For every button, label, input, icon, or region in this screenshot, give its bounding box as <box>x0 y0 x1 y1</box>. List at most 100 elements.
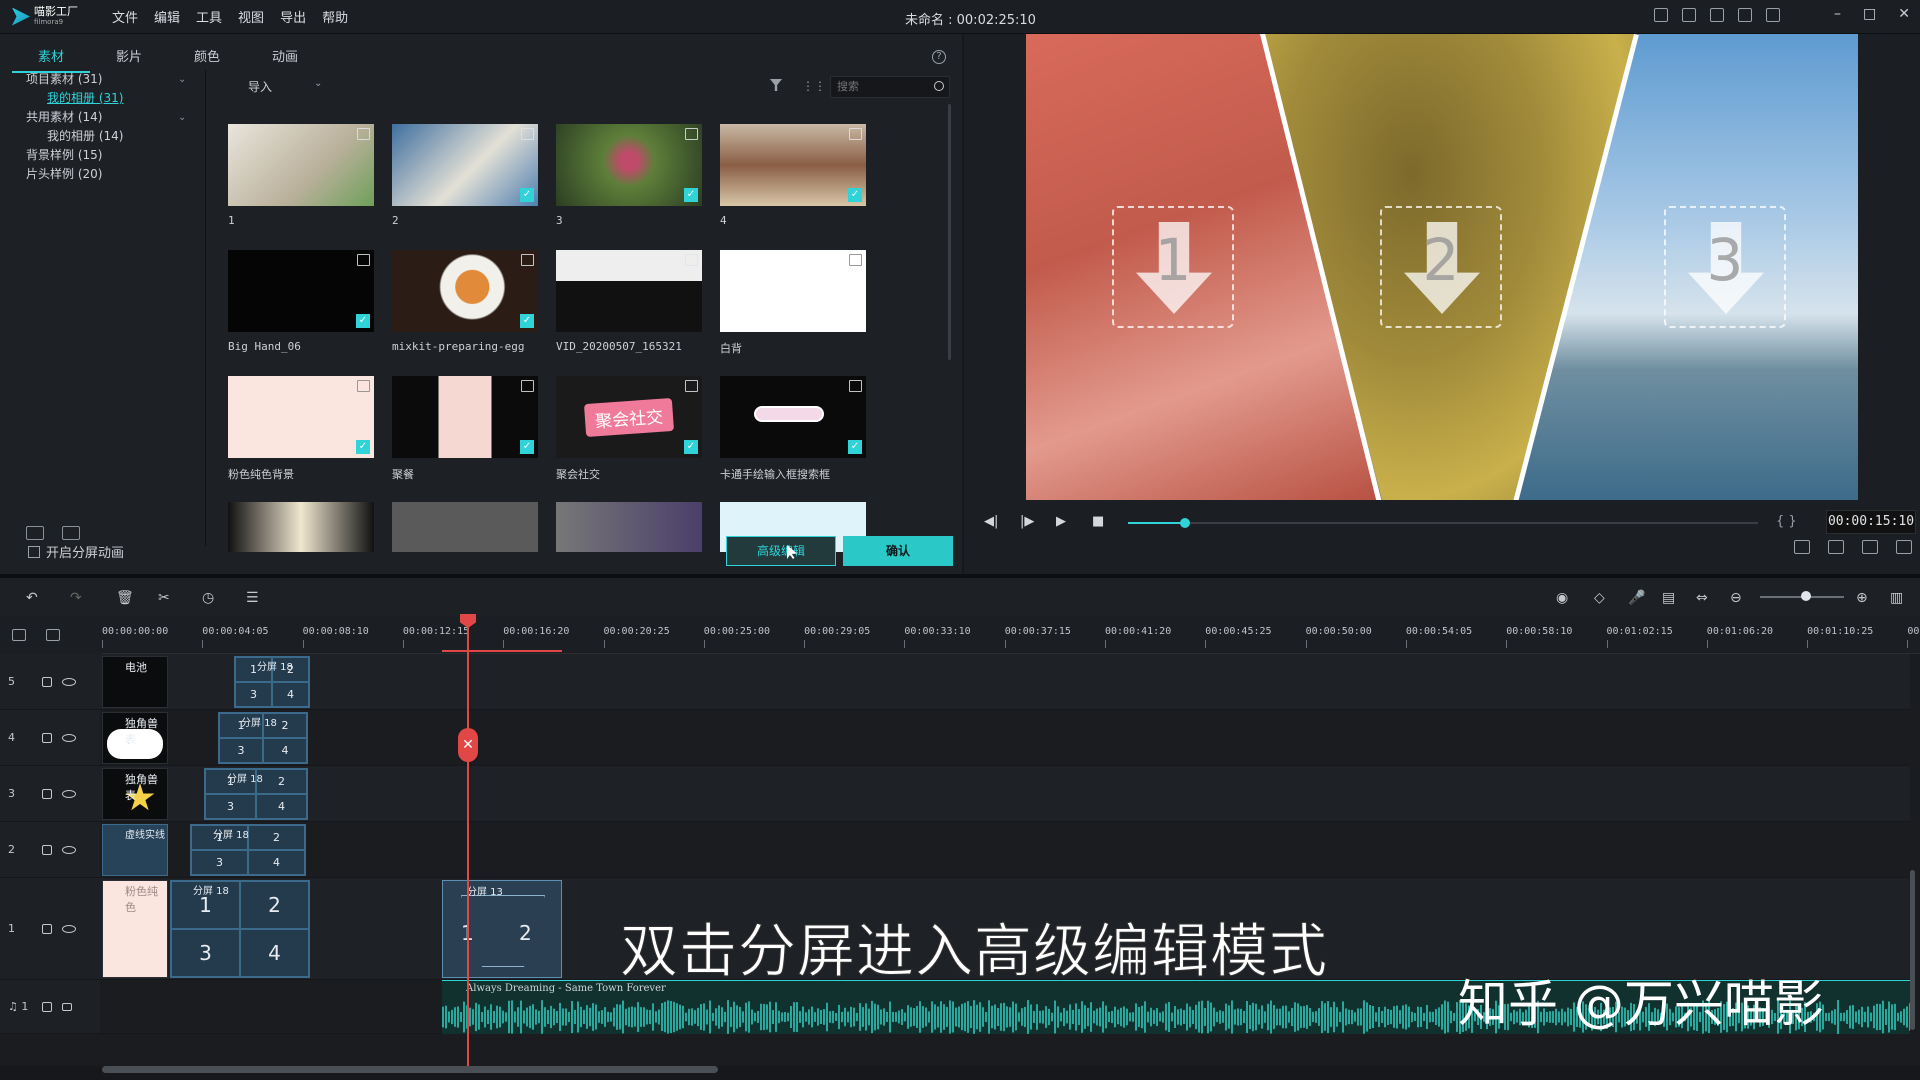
microphone-icon[interactable]: 🎤 <box>1628 590 1645 606</box>
grid-view-icon[interactable]: ⋮⋮ <box>802 79 826 93</box>
media-thumbnail[interactable] <box>556 250 702 332</box>
tree-item-my-album-14[interactable]: 我的相册 (14) <box>0 127 205 146</box>
split-screen-clip[interactable]: 1 2 3 4 分屏 18 <box>170 880 310 978</box>
media-thumbnail[interactable] <box>556 502 702 552</box>
tab-animation[interactable]: 动画 <box>246 42 324 73</box>
redo-icon[interactable]: ↷ <box>70 590 82 606</box>
media-item[interactable]: ✓ 3 <box>556 124 702 227</box>
media-thumbnail[interactable]: 聚会社交 ✓ <box>556 376 702 458</box>
media-item[interactable]: ✓ 4 <box>720 124 866 227</box>
search-box[interactable] <box>830 76 950 98</box>
eye-icon[interactable] <box>62 845 76 854</box>
split-animation-checkbox[interactable]: 开启分屏动画 <box>28 542 124 561</box>
chevron-down-icon[interactable]: ⌄ <box>178 108 186 127</box>
stop-icon[interactable]: ■ <box>1092 514 1104 529</box>
split-screen-clip[interactable]: 1 2 3 4 分屏 18 <box>234 656 310 708</box>
play-icon[interactable]: ▶ <box>1056 514 1066 529</box>
media-item[interactable]: 聚会社交 ✓ 聚会社交 <box>556 376 702 482</box>
media-item[interactable] <box>228 502 374 552</box>
lock-icon[interactable] <box>42 1001 52 1012</box>
speaker-icon[interactable] <box>62 1002 72 1011</box>
timeline-horizontal-scrollbar[interactable] <box>102 1066 718 1073</box>
mixer-icon[interactable]: ▤ <box>1662 590 1675 606</box>
cut-icon[interactable]: ✂ <box>158 590 170 606</box>
progress-bar[interactable] <box>1128 518 1758 528</box>
menu-edit[interactable]: 编辑 <box>154 7 180 26</box>
media-item[interactable]: ✓ 聚餐 <box>392 376 538 482</box>
checkmark-icon[interactable]: ✓ <box>684 440 698 454</box>
split-screen-13-clip[interactable]: 1 2 分屏 13 <box>442 880 562 978</box>
media-item[interactable]: 白背 <box>720 250 866 356</box>
checkmark-icon[interactable]: ✓ <box>356 440 370 454</box>
maximize-button[interactable]: □ <box>1863 6 1876 22</box>
search-icon[interactable] <box>934 81 944 91</box>
media-thumbnail[interactable]: ✓ <box>228 250 374 332</box>
media-thumbnail[interactable]: ✓ <box>228 376 374 458</box>
time-ruler[interactable]: 00:00:00:00 00:00:04:05 00:00:08:10 00:00:1… <box>102 616 1920 654</box>
media-item[interactable] <box>556 502 702 552</box>
save-icon[interactable] <box>1710 8 1724 22</box>
media-item[interactable]: ✓ 2 <box>392 124 538 227</box>
tab-color[interactable]: 颜色 <box>168 42 246 73</box>
delete-folder-icon[interactable] <box>62 526 80 540</box>
help-icon[interactable]: ? <box>932 50 946 64</box>
new-folder-icon[interactable] <box>26 526 44 540</box>
menu-tools[interactable]: 工具 <box>196 7 222 26</box>
media-thumbnail[interactable]: ✓ <box>392 124 538 206</box>
zoom-out-icon[interactable]: ⊖ <box>1730 590 1742 606</box>
checkmark-icon[interactable]: ✓ <box>848 188 862 202</box>
user-icon[interactable] <box>1654 8 1668 22</box>
checkmark-icon[interactable]: ✓ <box>356 314 370 328</box>
tree-item-shared-media[interactable]: 共用素材 (14) ⌄ <box>0 108 205 127</box>
checkmark-icon[interactable]: ✓ <box>520 440 534 454</box>
link-icon[interactable] <box>46 629 60 641</box>
filter-icon[interactable] <box>770 79 782 91</box>
split-screen-clip[interactable]: 1 2 3 4 分屏 18 <box>218 712 308 764</box>
media-clip[interactable]: 电池 <box>102 656 168 708</box>
lock-icon[interactable] <box>42 676 52 687</box>
media-thumbnail[interactable] <box>228 124 374 206</box>
lock-icon[interactable] <box>42 844 52 855</box>
fit-icon[interactable]: ⇔ <box>1696 590 1708 606</box>
media-item[interactable]: ✓ 粉色纯色背景 <box>228 376 374 482</box>
checkbox-icon[interactable] <box>28 545 40 558</box>
menu-view[interactable]: 视图 <box>238 7 264 26</box>
lock-icon[interactable] <box>42 732 52 743</box>
checkmark-icon[interactable]: ✓ <box>520 314 534 328</box>
previous-frame-icon[interactable]: ◀| <box>984 514 998 529</box>
media-clip[interactable]: 粉色纯色 <box>102 880 168 978</box>
adjust-icon[interactable]: ☰ <box>246 590 259 606</box>
media-clip[interactable]: 虚线实线 <box>102 824 168 876</box>
media-thumbnail[interactable]: ✓ <box>556 124 702 206</box>
lock-icon[interactable] <box>42 788 52 799</box>
media-thumbnail[interactable]: ✓ <box>720 124 866 206</box>
in-out-markers[interactable]: { } <box>1776 514 1797 529</box>
chevron-down-icon[interactable]: ⌄ <box>314 78 322 89</box>
cart-icon[interactable] <box>1682 8 1696 22</box>
chevron-down-icon[interactable]: ⌄ <box>178 70 186 89</box>
progress-handle[interactable] <box>1179 518 1190 528</box>
drop-zone-3[interactable]: 3 <box>1664 206 1786 328</box>
split-at-playhead-icon[interactable]: ✕ <box>458 728 478 762</box>
minimize-button[interactable]: – <box>1834 6 1841 22</box>
tree-item-intro-samples[interactable]: 片头样例 (20) <box>0 165 205 184</box>
media-thumbnail[interactable] <box>720 250 866 332</box>
import-button[interactable]: 导入 <box>248 78 272 95</box>
mail-icon[interactable] <box>1738 8 1752 22</box>
timeline-vertical-scrollbar[interactable] <box>1910 870 1915 1030</box>
media-item[interactable]: ✓ 卡通手绘输入框搜索框 <box>720 376 866 482</box>
media-thumbnail[interactable]: ✓ <box>392 376 538 458</box>
tree-item-background-samples[interactable]: 背景样例 (15) <box>0 146 205 165</box>
menu-help[interactable]: 帮助 <box>322 7 348 26</box>
media-item[interactable]: 1 <box>228 124 374 227</box>
preview-canvas[interactable]: 1 2 3 <box>1026 34 1858 500</box>
volume-icon[interactable] <box>1862 540 1878 554</box>
eye-icon[interactable] <box>62 677 76 686</box>
checkmark-icon[interactable]: ✓ <box>684 188 698 202</box>
search-input[interactable] <box>831 77 927 96</box>
tab-media[interactable]: 素材 <box>12 42 90 73</box>
delete-icon[interactable]: 🗑 <box>116 590 134 606</box>
zoom-in-icon[interactable]: ⊕ <box>1856 590 1868 606</box>
menu-export[interactable]: 导出 <box>280 7 306 26</box>
eye-icon[interactable] <box>62 789 76 798</box>
